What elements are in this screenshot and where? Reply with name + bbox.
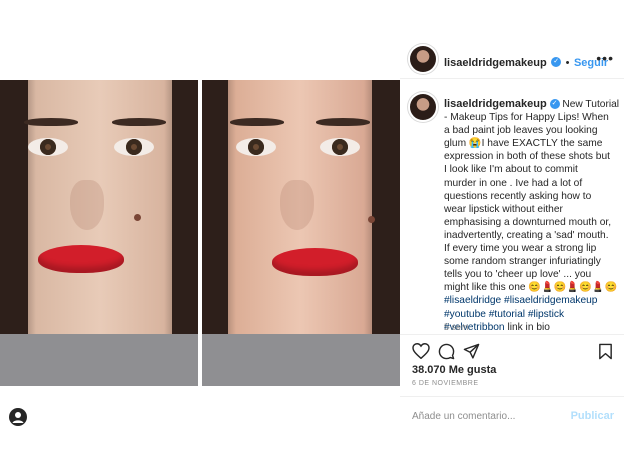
comment-bar: Añade un comentario... Publicar	[400, 396, 624, 437]
publish-button[interactable]: Publicar	[571, 410, 614, 422]
hashtag-link[interactable]: #lisaeldridge #lisaeldridgemakeup	[444, 295, 597, 306]
face-before	[0, 80, 200, 386]
user-profile-icon[interactable]	[9, 408, 27, 426]
avatar[interactable]	[410, 46, 436, 72]
comment-input[interactable]: Añade un comentario...	[412, 411, 515, 422]
face-after	[200, 80, 400, 386]
hashtag-link[interactable]: #youtube #tutorial #lipstick	[444, 309, 564, 320]
action-bar	[400, 334, 624, 365]
caption-block: lisaeldridgemakeup ✓ New Tutorial - Make…	[400, 88, 624, 333]
heart-icon[interactable]	[412, 343, 430, 359]
verified-badge-icon: ✓	[551, 56, 562, 67]
more-options-icon[interactable]: •••	[596, 50, 614, 66]
person-glyph-icon	[12, 412, 24, 423]
lips-after	[272, 248, 358, 276]
like-count[interactable]: 38.070 Me gusta	[412, 364, 496, 376]
lips-before	[38, 245, 124, 273]
share-icon[interactable]	[463, 343, 480, 360]
post-username[interactable]: lisaeldridgemakeup	[444, 57, 547, 69]
caption-username[interactable]: lisaeldridgemakeup	[444, 98, 547, 110]
verified-badge-icon: ✓	[549, 99, 560, 110]
caption-text: lisaeldridgemakeup ✓ New Tutorial - Make…	[444, 98, 620, 333]
post-image[interactable]	[0, 80, 400, 386]
caption-avatar[interactable]	[410, 94, 436, 120]
post-date: 6 DE NOVIEMBRE	[412, 380, 479, 387]
post-header: lisaeldridgemakeup ✓ • Seguir •••	[400, 40, 624, 79]
comment-icon[interactable]	[438, 343, 455, 360]
time-ago: 5 sem	[444, 322, 469, 332]
bookmark-icon[interactable]	[598, 343, 613, 360]
